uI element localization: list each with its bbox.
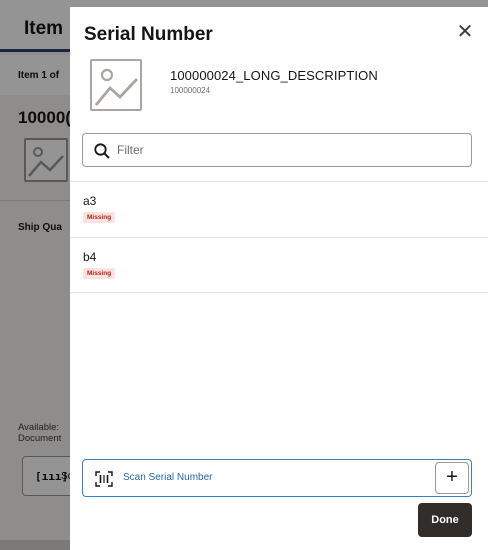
done-button[interactable]: Done bbox=[418, 503, 472, 537]
product-summary: 100000024_LONG_DESCRIPTION 100000024 bbox=[90, 59, 470, 115]
serial-number-dialog: Serial Number ✕ 100000024_LONG_DESCRIPTI… bbox=[70, 7, 488, 550]
list-item[interactable]: b4 Missing bbox=[70, 237, 488, 293]
product-name: 100000024_LONG_DESCRIPTION bbox=[170, 68, 378, 83]
status-badge: Missing bbox=[83, 212, 116, 223]
close-icon[interactable]: ✕ bbox=[454, 21, 476, 43]
search-icon bbox=[94, 143, 110, 159]
add-serial-button[interactable]: + bbox=[435, 462, 469, 494]
filter-field[interactable] bbox=[82, 133, 472, 167]
list-item[interactable]: a3 Missing bbox=[70, 181, 488, 237]
status-badge: Missing bbox=[83, 268, 116, 279]
serial-label: b4 bbox=[83, 250, 97, 264]
product-id: 100000024 bbox=[170, 86, 211, 95]
barcode-scan-icon bbox=[95, 471, 113, 487]
serial-list: a3 Missing b4 Missing bbox=[70, 181, 488, 293]
scan-serial-field[interactable]: Scan Serial Number + bbox=[82, 459, 472, 497]
scan-serial-label: Scan Serial Number bbox=[123, 472, 213, 483]
filter-input[interactable] bbox=[117, 135, 457, 165]
dialog-title: Serial Number bbox=[84, 24, 213, 45]
serial-label: a3 bbox=[83, 194, 97, 208]
image-placeholder-icon bbox=[90, 59, 142, 111]
